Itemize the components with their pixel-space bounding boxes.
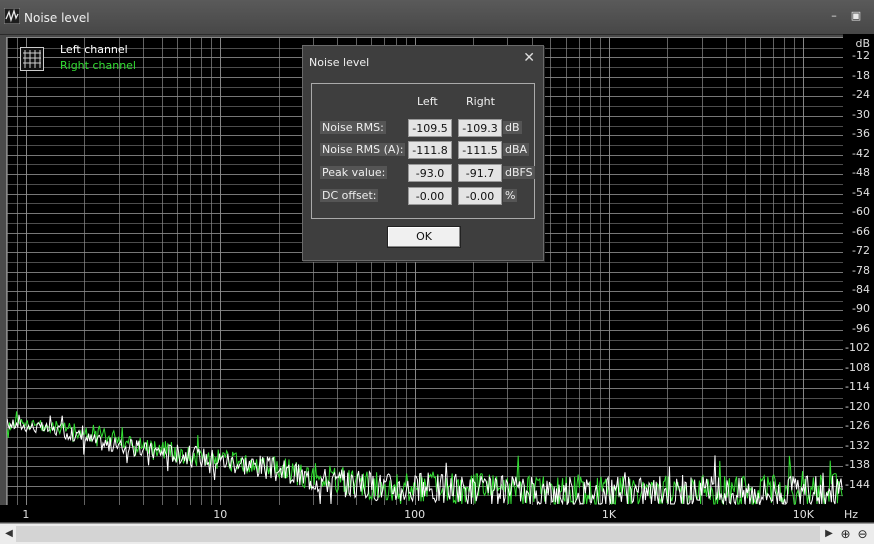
x-tick-label: 100 [404,508,426,521]
scroll-left-arrow-icon[interactable]: ◀ [2,526,16,542]
noise-rms-unit: dB [503,121,522,134]
noise-rms-left-value: -109.5 [408,119,452,137]
y-tick-label: -108 [845,360,870,374]
y-tick-label: -90 [852,302,870,316]
dc-offset-unit: % [503,189,518,202]
y-tick-label: -78 [852,263,870,277]
label-noise-rms-a: Noise RMS (A): [320,143,406,156]
y-axis-unit: dB [855,37,870,50]
y-tick-label: -120 [845,399,870,413]
maximize-button[interactable]: ▣ [848,8,864,24]
peak-value-unit: dBFS [503,166,535,179]
y-tick-label: -42 [852,146,870,160]
dc-offset-right-value: -0.00 [458,187,502,205]
scroll-right-arrow-icon[interactable]: ▶ [822,526,836,542]
peak-value-left-value: -93.0 [408,164,452,182]
y-tick-label: -96 [852,321,870,335]
zoom-in-icon[interactable]: ⊕ [838,526,853,542]
noise-rms-a-right-value: -111.5 [458,141,502,159]
noise-rms-a-left-value: -111.8 [408,141,452,159]
window-title: Noise level [24,11,90,25]
horizontal-scrollbar[interactable]: ◀ ▶ ⊕ ⊖ [0,523,874,544]
title-bar: Noise level – ▣ [0,0,874,35]
x-axis: 1 10 100 1K 10K Hz [0,505,874,522]
grid-icon[interactable] [20,47,44,71]
y-tick-label: -60 [852,205,870,219]
label-noise-rms: Noise RMS: [320,121,386,134]
noise-level-dialog: Noise level ✕ Left Right Noise RMS: -109… [302,45,544,261]
scroll-track[interactable] [16,526,820,542]
legend-right-channel: Right channel [60,59,136,72]
x-tick-label: 10 [213,508,228,521]
noise-rms-a-unit: dBA [503,143,530,156]
y-tick-label: -66 [852,224,870,238]
x-tick-label: 10K [792,508,814,521]
results-group: Left Right Noise RMS: -109.5 -109.3 dB N… [311,83,535,219]
y-tick-label: -54 [852,185,870,199]
y-tick-label: -132 [845,438,870,452]
label-peak-value: Peak value: [320,166,388,179]
minimize-button[interactable]: – [826,8,842,24]
column-header-right: Right [466,95,495,108]
y-tick-label: -24 [852,88,870,102]
y-tick-label: -18 [852,68,870,82]
series-left-channel [6,414,843,506]
y-tick-label: -48 [852,166,870,180]
waveform-icon [4,8,20,24]
label-dc-offset: DC offset: [320,189,379,202]
y-tick-label: -72 [852,244,870,258]
legend-left-channel: Left channel [60,43,128,56]
y-tick-label: -30 [852,107,870,121]
dialog-title: Noise level [309,56,370,69]
y-axis: dB -12 -18 -24 -30 -36 -42 -48 -54 -60 -66 -72 -78 -… [843,34,874,507]
noise-rms-right-value: -109.3 [458,119,502,137]
close-icon[interactable]: ✕ [523,50,535,66]
x-tick-label: 1K [601,508,617,521]
x-tick-label: 1 [22,508,30,521]
column-header-left: Left [417,95,438,108]
dc-offset-left-value: -0.00 [408,187,452,205]
y-tick-label: -138 [845,458,870,472]
y-tick-label: -84 [852,282,870,296]
y-tick-label: -126 [845,419,870,433]
zoom-out-icon[interactable]: ⊖ [855,526,870,542]
y-tick-label: -144 [845,477,870,491]
y-tick-label: -36 [852,127,870,141]
y-tick-label: -12 [852,49,870,63]
ok-button[interactable]: OK [387,226,461,248]
series-right-channel [6,411,843,506]
peak-value-right-value: -91.7 [458,164,502,182]
y-tick-label: -102 [845,341,870,355]
y-tick-label: -114 [845,380,870,394]
x-axis-unit: Hz [843,508,859,521]
